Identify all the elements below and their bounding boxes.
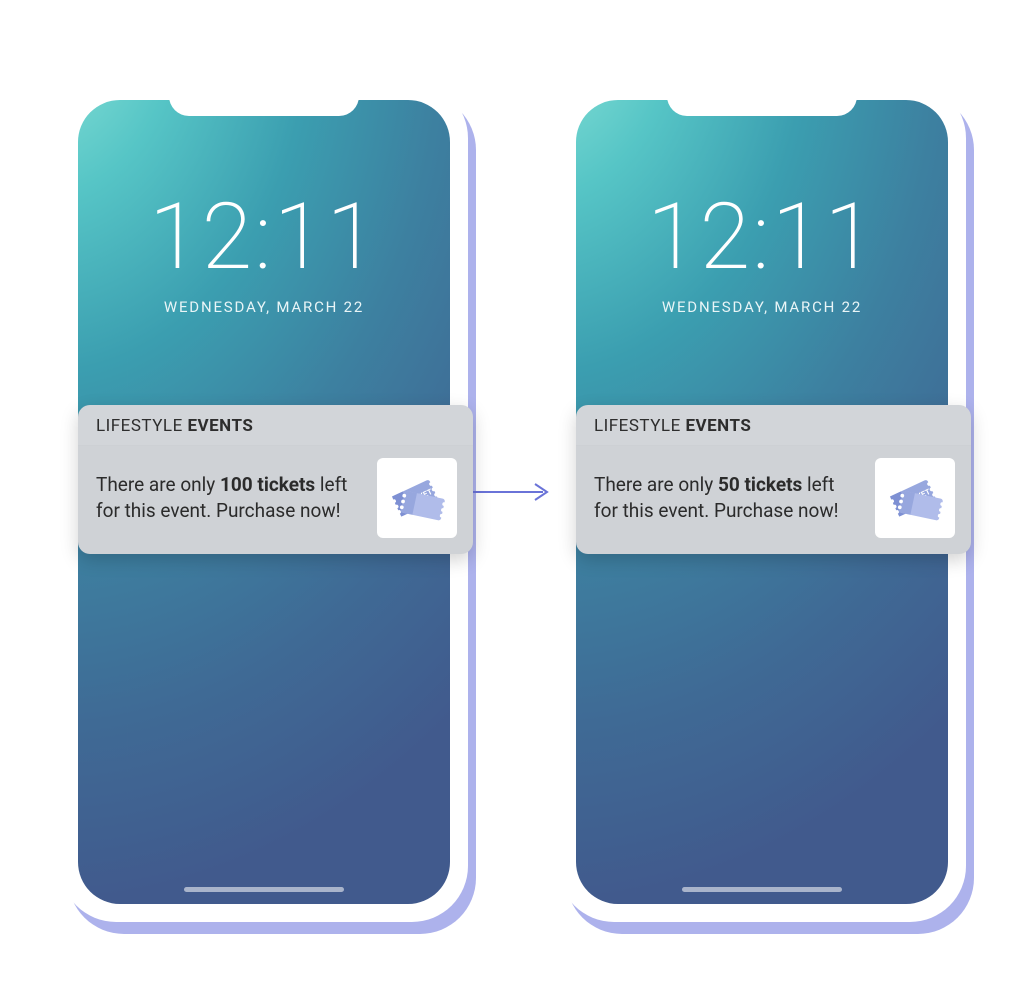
ticket-icon: TICKET bbox=[377, 458, 457, 538]
lockscreen-date: WEDNESDAY, MARCH 22 bbox=[78, 298, 450, 316]
arrow-icon bbox=[469, 480, 553, 504]
home-indicator bbox=[682, 887, 842, 892]
lockscreen-time: 12:11 bbox=[576, 184, 948, 291]
push-notification-right[interactable]: LIFESTYLE EVENTS There are only 50 ticke… bbox=[576, 405, 971, 554]
lockscreen-time: 12:11 bbox=[78, 184, 450, 291]
msg-bold: 50 tickets bbox=[718, 473, 802, 496]
push-notification-left[interactable]: LIFESTYLE EVENTS There are only 100 tick… bbox=[78, 405, 473, 554]
home-indicator bbox=[184, 887, 344, 892]
msg-pre: There are only bbox=[594, 473, 718, 496]
app-name-light: LIFESTYLE bbox=[96, 416, 187, 436]
phone-notch bbox=[169, 82, 359, 116]
notification-app-name: LIFESTYLE EVENTS bbox=[78, 405, 473, 446]
ticket-icon: TICKET bbox=[875, 458, 955, 538]
app-name-bold: EVENTS bbox=[685, 416, 751, 436]
notification-message: There are only 100 tickets left for this… bbox=[96, 472, 363, 523]
app-name-bold: EVENTS bbox=[187, 416, 253, 436]
diagram-canvas: 12:11 WEDNESDAY, MARCH 22 LIFESTYLE EVEN… bbox=[0, 0, 1024, 996]
msg-pre: There are only bbox=[96, 473, 220, 496]
notification-app-name: LIFESTYLE EVENTS bbox=[576, 405, 971, 446]
msg-bold: 100 tickets bbox=[220, 473, 315, 496]
lockscreen-date: WEDNESDAY, MARCH 22 bbox=[576, 298, 948, 316]
notification-message: There are only 50 tickets left for this … bbox=[594, 472, 861, 523]
app-name-light: LIFESTYLE bbox=[594, 416, 685, 436]
phone-notch bbox=[667, 82, 857, 116]
